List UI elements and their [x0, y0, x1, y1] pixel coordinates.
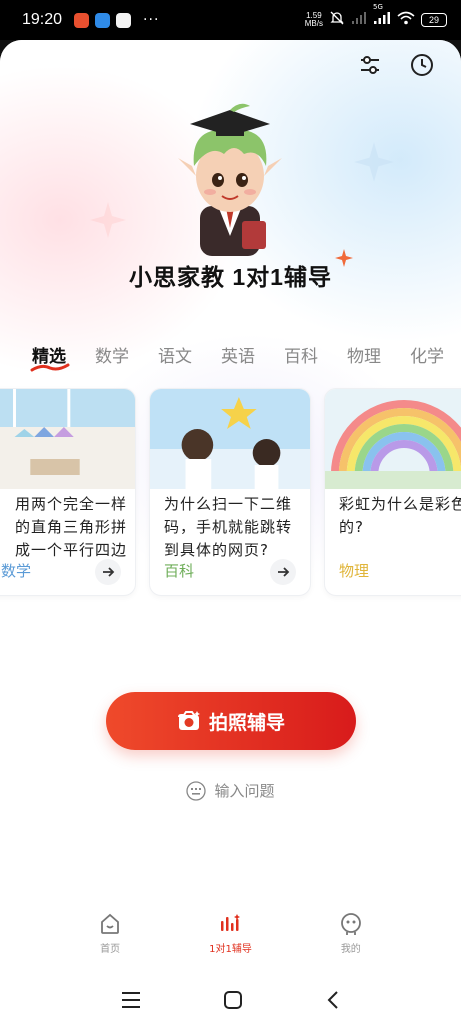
home-button-icon[interactable] [223, 990, 243, 1014]
tab-chinese[interactable]: 语文 [158, 342, 221, 372]
tab-physics[interactable]: 物理 [347, 342, 410, 372]
tab-label: 物理 [347, 347, 381, 367]
tab-label: 百科 [284, 347, 318, 367]
tab-encyclopedia[interactable]: 百科 [284, 342, 347, 372]
profile-icon [340, 913, 361, 935]
input-question-link[interactable]: 输入问题 [0, 780, 461, 801]
question-cards: 用两个完全一样的直角三角形拼成一个平行四边形，... 数学 为什么扫一下二维码，… [0, 388, 461, 598]
nav-tutoring[interactable]: 1对1辅导 [190, 912, 270, 968]
signal-weak-icon [351, 11, 367, 29]
sparkle-icon [335, 249, 353, 267]
history-clock-icon[interactable] [409, 52, 435, 78]
photo-tutoring-button[interactable]: 拍照辅导 [106, 692, 356, 750]
sparkle-decoration-icon [90, 202, 126, 238]
tab-chemistry[interactable]: 化学 [410, 342, 461, 372]
main-panel: 小思家教 1对1辅导 精选 数学 语文 英语 百科 物理 化学 用两个完全一样的… [0, 40, 461, 1024]
more-notifications-icon: ··· [143, 12, 160, 28]
tab-label: 语文 [158, 347, 192, 367]
card-image [150, 389, 310, 489]
card-tag: 物理 [339, 562, 370, 580]
subject-tabs: 精选 数学 语文 英语 百科 物理 化学 [0, 342, 461, 372]
tab-label: 英语 [221, 347, 255, 367]
status-time: 19:20 [22, 11, 63, 28]
keyboard-icon [186, 780, 207, 801]
card-title: 彩虹为什么是彩色的? [339, 495, 461, 536]
question-card[interactable]: 为什么扫一下二维码，手机就能跳转到具体的网页? 百科 [149, 388, 311, 596]
bottom-navigation: 首页 1对1辅导 我的 [0, 912, 461, 968]
card-tag: 百科 [164, 562, 195, 580]
signal-5g-icon: 5G [373, 3, 391, 29]
tab-active-indicator [30, 363, 70, 372]
card-title: 用两个完全一样的直角三角形拼成一个平行四边形，... [15, 495, 128, 559]
card-image [0, 389, 135, 489]
nav-home[interactable]: 首页 [70, 912, 150, 968]
tab-english[interactable]: 英语 [221, 342, 284, 372]
app-notification-icon [74, 12, 90, 28]
home-icon [101, 913, 120, 934]
net-speed: 1.59 MB/s [305, 12, 323, 28]
recent-apps-icon[interactable] [121, 991, 141, 1013]
tab-label: 化学 [410, 347, 444, 367]
nav-label: 1对1辅导 [209, 944, 252, 955]
battery-icon: 29 [421, 13, 447, 27]
tab-math[interactable]: 数学 [95, 342, 158, 372]
signal-type: 5G [373, 3, 383, 11]
game-notification-icon [116, 12, 132, 28]
net-speed-unit: MB/s [304, 19, 323, 28]
system-navigation [0, 980, 461, 1024]
back-button-icon[interactable] [326, 990, 340, 1014]
photo-button-label: 拍照辅导 [208, 711, 285, 734]
sparkle-decoration-icon [354, 142, 394, 182]
camera-icon [177, 711, 200, 730]
nav-label: 首页 [100, 944, 121, 955]
arrow-right-icon[interactable] [270, 559, 296, 585]
filter-settings-icon[interactable] [357, 52, 383, 78]
card-image [325, 389, 461, 489]
card-title: 为什么扫一下二维码，手机就能跳转到具体的网页? [164, 495, 293, 559]
arrow-right-icon[interactable] [95, 559, 121, 585]
mute-icon [329, 10, 345, 30]
status-app-icons: ··· [74, 12, 159, 28]
brand-title: 小思家教 1对1辅导 [129, 264, 332, 290]
mascot-avatar [178, 103, 282, 256]
browser-notification-icon [95, 12, 111, 28]
nav-label: 我的 [340, 944, 361, 955]
status-bar: 19:20 ··· 1.59 MB/s 5G 29 [0, 0, 461, 40]
input-link-label: 输入问题 [214, 782, 275, 800]
wifi-icon [397, 11, 415, 29]
tab-label: 数学 [95, 347, 129, 367]
tutoring-icon [221, 914, 241, 931]
card-tag: 数学 [1, 562, 32, 580]
tab-featured[interactable]: 精选 [30, 342, 95, 372]
question-card[interactable]: 彩虹为什么是彩色的? 物理 [324, 388, 461, 596]
question-card[interactable]: 用两个完全一样的直角三角形拼成一个平行四边形，... 数学 [0, 388, 136, 596]
nav-profile[interactable]: 我的 [311, 912, 391, 968]
